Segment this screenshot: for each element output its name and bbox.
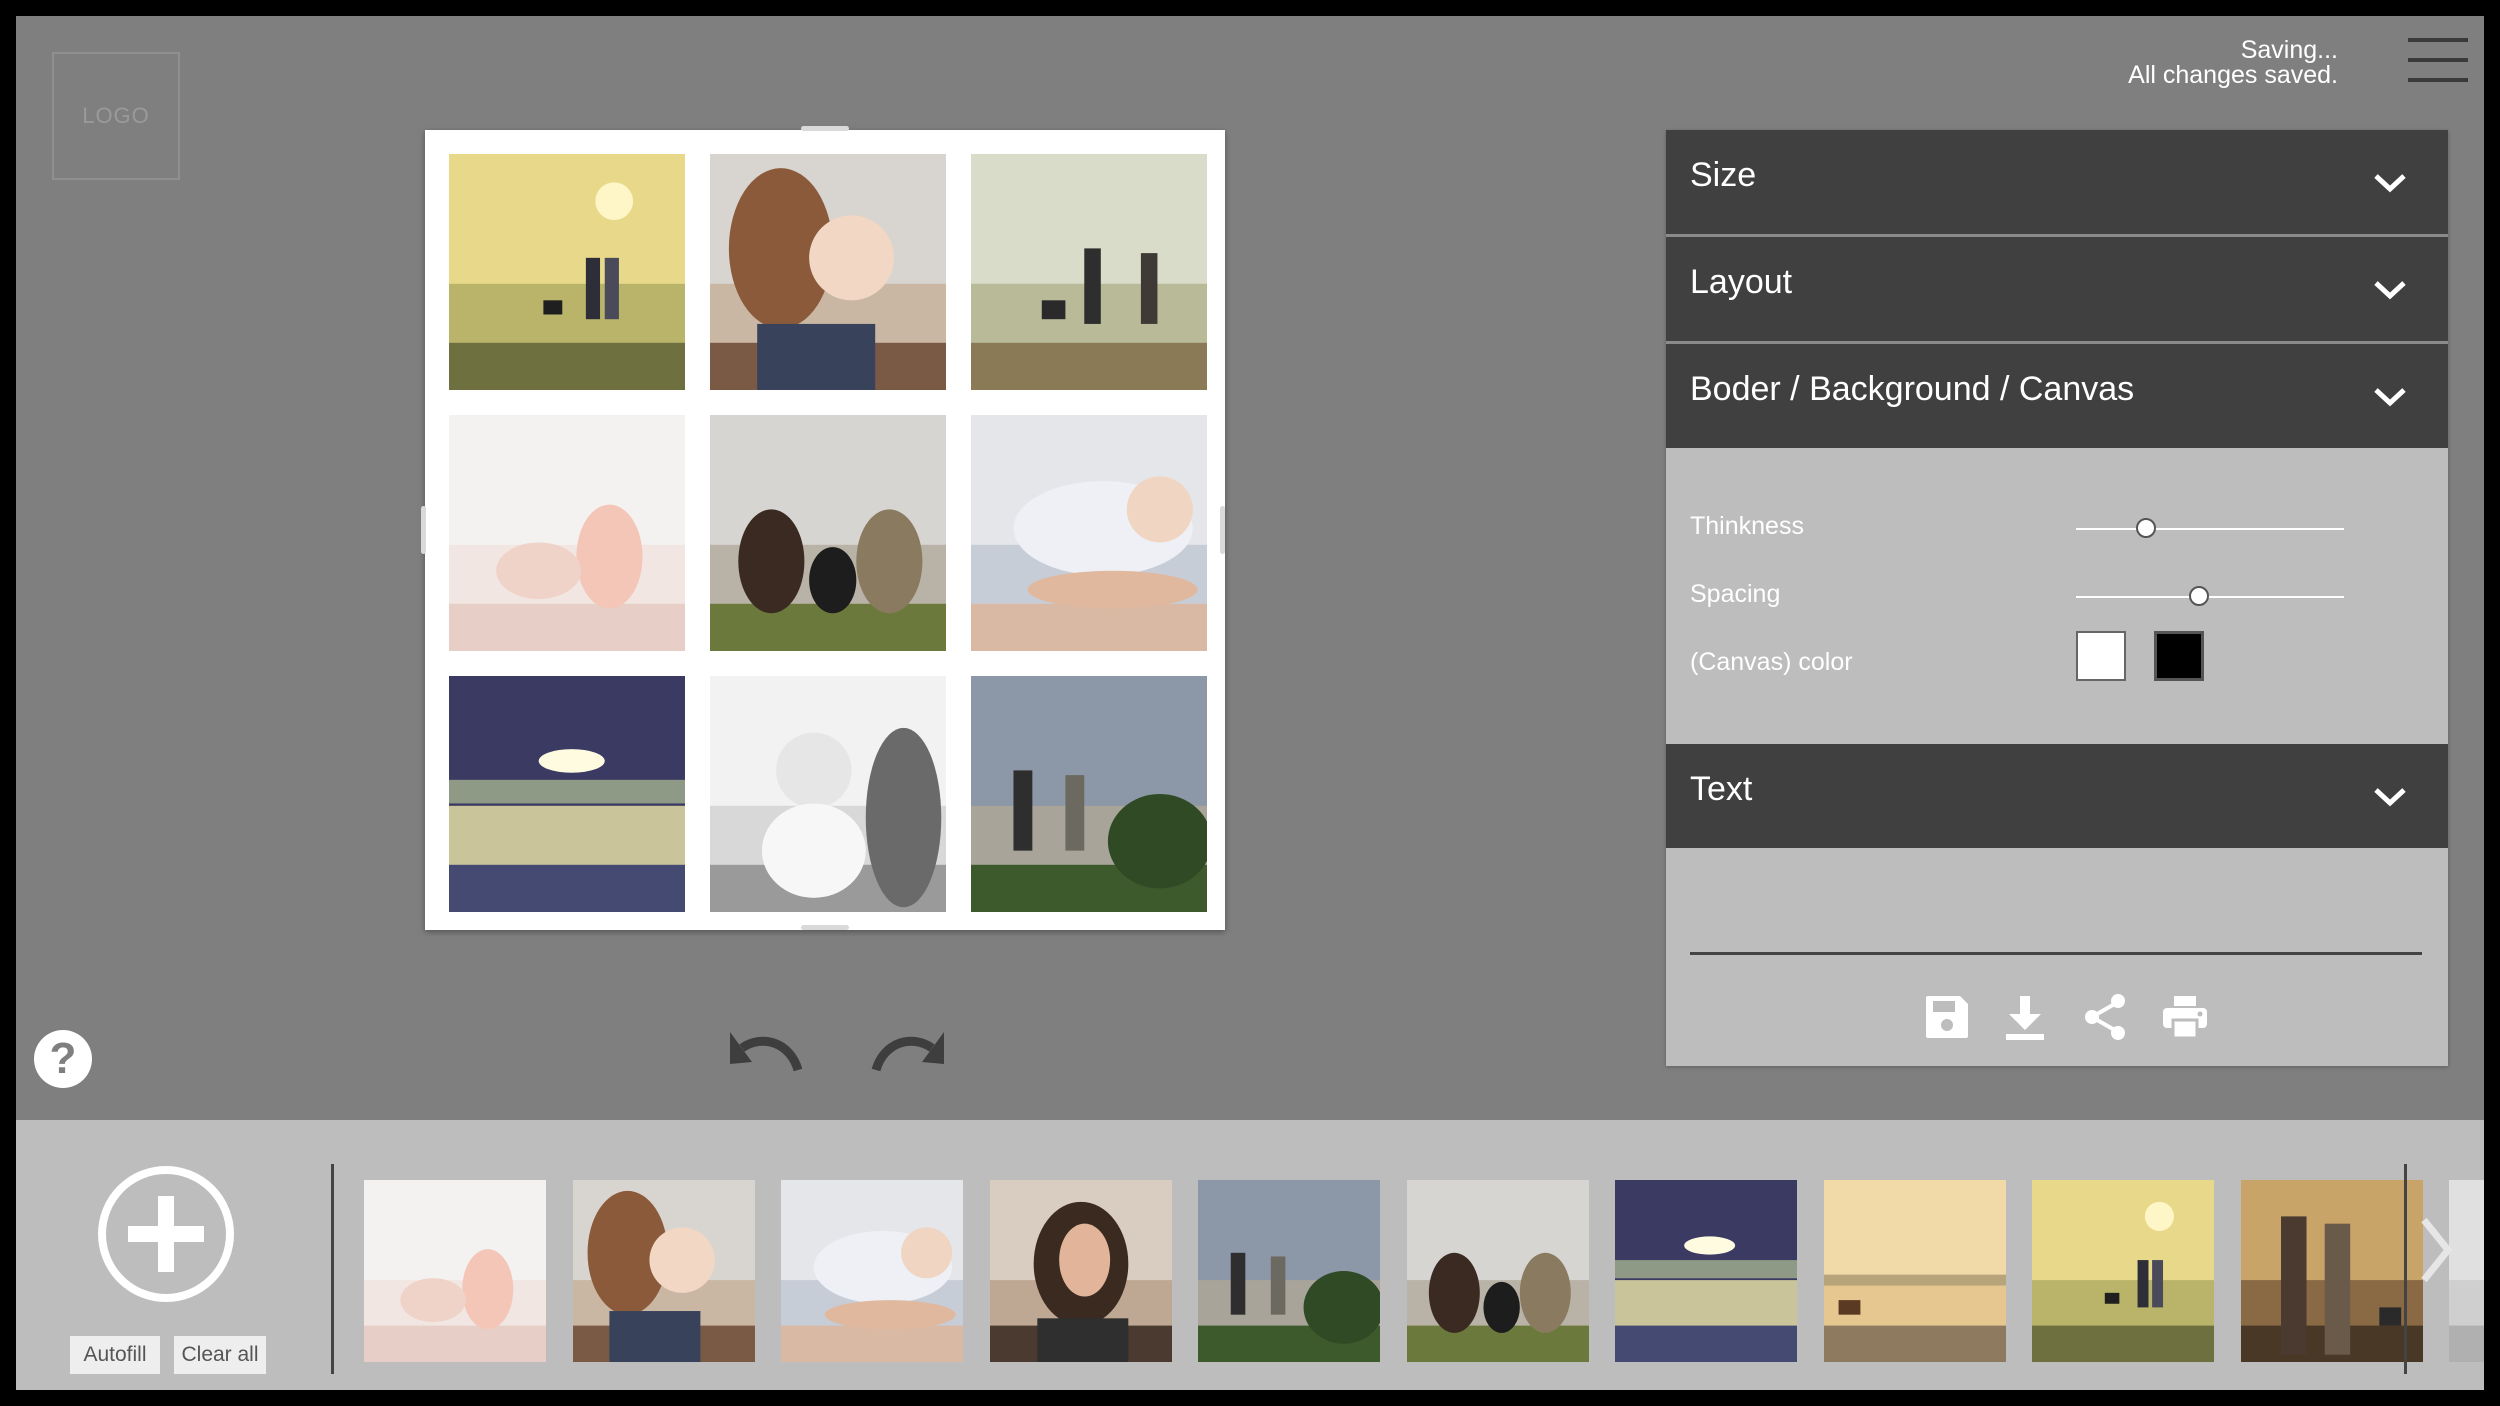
collage-photo[interactable] xyxy=(710,415,946,651)
tray-thumbnail[interactable] xyxy=(1198,1180,1380,1362)
undo-icon[interactable] xyxy=(728,1024,804,1076)
save-status: Saving... All changes saved. xyxy=(2128,38,2338,88)
print-icon[interactable] xyxy=(2160,992,2210,1042)
hamburger-menu-icon[interactable] xyxy=(2408,38,2468,90)
save-icon[interactable] xyxy=(1922,992,1972,1042)
slider-knob[interactable] xyxy=(2135,518,2156,538)
resize-handle[interactable] xyxy=(1220,506,1225,554)
chevron-right-icon[interactable] xyxy=(2416,1210,2456,1290)
thickness-label: Thinkness xyxy=(1690,512,1804,540)
text-divider xyxy=(1690,952,2422,955)
collage-canvas[interactable] xyxy=(421,126,1225,930)
resize-handle[interactable] xyxy=(801,925,849,930)
add-photos-icon[interactable] xyxy=(98,1166,234,1302)
tray-thumbnail[interactable] xyxy=(364,1180,546,1362)
collage-photo[interactable] xyxy=(449,154,685,390)
tray-divider xyxy=(2404,1164,2407,1374)
section-title: Boder / Background / Canvas xyxy=(1690,370,2135,408)
spacing-slider[interactable] xyxy=(2076,582,2344,612)
slider-knob[interactable] xyxy=(2189,586,2210,606)
color-swatch-black[interactable] xyxy=(2154,631,2204,681)
resize-handle[interactable] xyxy=(421,506,426,554)
section-title: Text xyxy=(1690,770,1753,808)
chevron-down-icon xyxy=(2374,388,2406,407)
collage-photo[interactable] xyxy=(971,676,1207,912)
photo-tray: Autofill Clear all xyxy=(16,1120,2484,1390)
status-saved: All changes saved. xyxy=(2128,61,2338,89)
tray-thumbnail[interactable] xyxy=(2240,1180,2423,1362)
section-text[interactable]: Text xyxy=(1666,744,2448,848)
tray-thumbnail[interactable] xyxy=(1823,1180,2006,1362)
tray-thumbnail[interactable] xyxy=(2032,1180,2214,1362)
settings-panel: Size Layout Boder / Background / Canvas … xyxy=(1666,130,2448,1066)
section-title: Size xyxy=(1690,156,1757,194)
canvas-color-label: (Canvas) color xyxy=(1690,648,1853,676)
share-icon[interactable] xyxy=(2080,992,2130,1042)
tray-thumbnail[interactable] xyxy=(781,1180,963,1362)
chevron-down-icon xyxy=(2374,174,2406,193)
resize-handle[interactable] xyxy=(801,126,849,131)
collage-photo[interactable] xyxy=(971,415,1207,651)
logo: LOGO xyxy=(52,52,180,180)
section-layout[interactable]: Layout xyxy=(1666,237,2448,341)
download-icon[interactable] xyxy=(2000,992,2050,1042)
collage-photo[interactable] xyxy=(971,154,1207,390)
logo-text: LOGO xyxy=(82,103,150,128)
section-size[interactable]: Size xyxy=(1666,130,2448,234)
section-border-background[interactable]: Boder / Background / Canvas xyxy=(1666,344,2448,448)
thickness-slider[interactable] xyxy=(2076,514,2344,544)
collage-photo[interactable] xyxy=(449,415,685,651)
tray-thumbnail[interactable] xyxy=(989,1180,1172,1362)
tray-divider xyxy=(331,1164,334,1374)
help-icon[interactable]: ? xyxy=(34,1030,92,1088)
app-window: LOGO Saving... All changes saved. ? Size… xyxy=(16,16,2484,1390)
chevron-down-icon xyxy=(2374,281,2406,300)
redo-icon[interactable] xyxy=(870,1024,946,1076)
tray-thumbnail[interactable] xyxy=(1406,1180,1589,1362)
status-saving: Saving... xyxy=(2240,36,2338,64)
color-swatch-white[interactable] xyxy=(2076,631,2126,681)
collage-photo[interactable] xyxy=(710,676,946,912)
tray-thumbnail[interactable] xyxy=(572,1180,755,1362)
collage-photo[interactable] xyxy=(710,154,946,390)
clear-all-button[interactable]: Clear all xyxy=(174,1336,266,1374)
section-title: Layout xyxy=(1690,263,1793,301)
autofill-button[interactable]: Autofill xyxy=(70,1336,160,1374)
spacing-label: Spacing xyxy=(1690,580,1781,608)
tray-thumbnail[interactable] xyxy=(1615,1180,1797,1362)
collage-photo[interactable] xyxy=(449,676,685,912)
chevron-down-icon xyxy=(2374,788,2406,807)
